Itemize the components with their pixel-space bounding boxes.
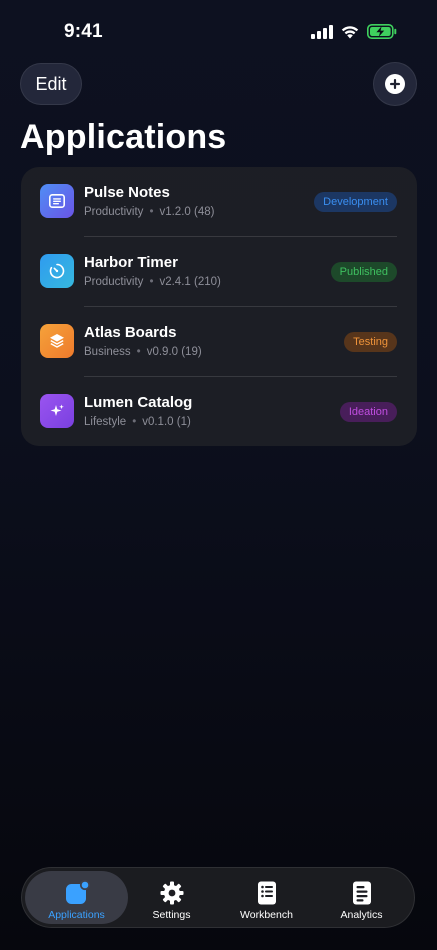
- app-meta: Lifestyle • v0.1.0 (1): [84, 416, 191, 428]
- app-name: Atlas Boards: [84, 324, 177, 341]
- app-row-lumen-catalog[interactable]: Lumen Catalog Lifestyle • v0.1.0 (1) Ideat…: [21, 377, 417, 447]
- app-icon-pulse-notes: [40, 184, 74, 218]
- applications-list: Pulse Notes Productivity • v1.2.0 (48) Dev…: [21, 167, 417, 446]
- gear-icon: [160, 880, 184, 906]
- edit-button[interactable]: Edit: [20, 63, 82, 105]
- cellular-signal-icon: [311, 24, 333, 39]
- app-category: Lifestyle: [84, 416, 127, 428]
- plus-circle-icon: [385, 74, 405, 94]
- app-meta: Productivity • v1.2.0 (48): [84, 206, 214, 218]
- app-meta: Productivity • v2.4.1 (210): [84, 276, 221, 288]
- notes-icon: [49, 194, 65, 208]
- checklist-icon: [257, 880, 277, 906]
- tab-bar: Applications Settings Workbench Analytic…: [21, 867, 415, 928]
- app-version: v0.1.0 (1): [142, 416, 191, 428]
- tab-applications[interactable]: Applications: [25, 871, 128, 924]
- status-badge: Development: [314, 192, 397, 212]
- app-icon-harbor-timer: [40, 254, 74, 288]
- battery-charging-icon: [367, 24, 397, 39]
- app-name: Pulse Notes: [84, 184, 170, 201]
- tab-workbench[interactable]: Workbench: [215, 871, 318, 924]
- tab-label: Workbench: [240, 909, 293, 921]
- edit-button-label: Edit: [35, 73, 67, 94]
- app-version: v2.4.1 (210): [159, 276, 221, 288]
- tab-settings[interactable]: Settings: [120, 871, 223, 924]
- app-category: Productivity: [84, 206, 144, 218]
- status-badge: Ideation: [339, 402, 397, 422]
- app-row-pulse-notes[interactable]: Pulse Notes Productivity • v1.2.0 (48) Dev…: [21, 167, 417, 237]
- app-name: Lumen Catalog: [84, 394, 193, 411]
- separator-dot: •: [132, 416, 137, 428]
- status-badge: Published: [330, 262, 397, 282]
- tab-label: Settings: [152, 909, 191, 921]
- sparkles-icon: [50, 404, 64, 416]
- add-application-button[interactable]: [373, 62, 417, 106]
- status-badge: Testing: [344, 332, 397, 352]
- app-row-atlas-boards[interactable]: Atlas Boards Business • v0.9.0 (19) Testin…: [21, 307, 417, 377]
- app-icon-lumen-catalog: [40, 394, 74, 428]
- tab-label: Analytics: [340, 909, 383, 921]
- app-version: v1.2.0 (48): [159, 206, 215, 218]
- wifi-icon: [341, 26, 359, 39]
- separator-dot: •: [149, 206, 154, 218]
- app-icon-atlas-boards: [40, 324, 74, 358]
- app-category: Business: [84, 346, 131, 358]
- separator-dot: •: [149, 276, 154, 288]
- app-category: Productivity: [84, 276, 144, 288]
- status-icons: [311, 24, 397, 39]
- layers-icon: [50, 334, 64, 348]
- app-square-icon: [64, 880, 90, 906]
- status-bar: 9:41: [0, 0, 437, 56]
- timer-icon: [49, 263, 65, 279]
- status-time: 9:41: [64, 21, 103, 42]
- app-meta: Business • v0.9.0 (19): [84, 346, 202, 358]
- page-title: Applications: [20, 118, 227, 156]
- app-version: v0.9.0 (19): [146, 346, 202, 358]
- document-icon: [352, 880, 372, 906]
- tab-analytics[interactable]: Analytics: [310, 871, 413, 924]
- separator-dot: •: [136, 346, 141, 358]
- app-name: Harbor Timer: [84, 254, 178, 271]
- app-row-harbor-timer[interactable]: Harbor Timer Productivity • v2.4.1 (210) P…: [21, 237, 417, 307]
- tab-label: Applications: [48, 909, 105, 921]
